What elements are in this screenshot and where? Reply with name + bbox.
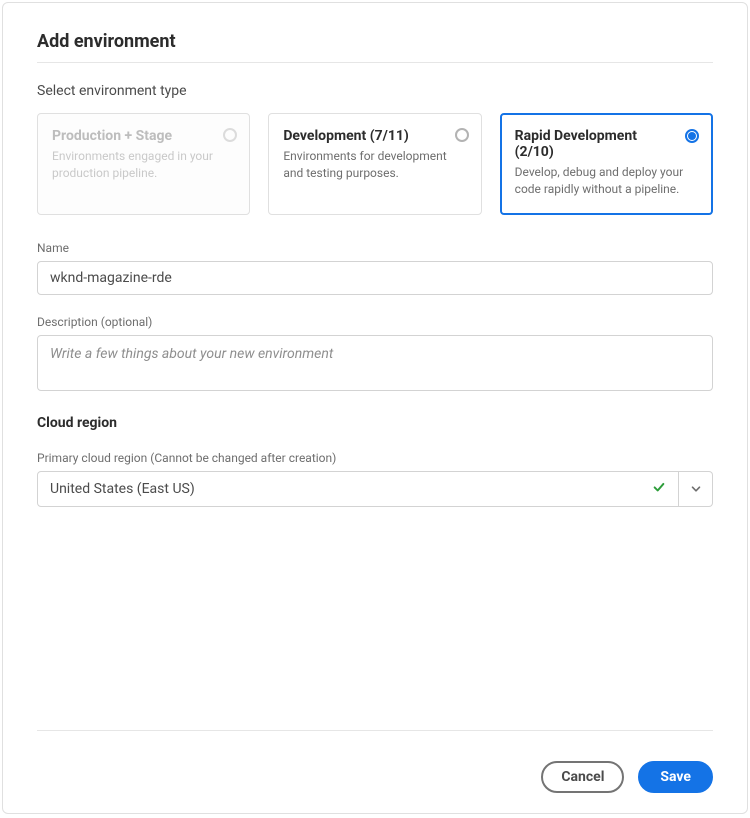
save-button[interactable]: Save	[638, 761, 713, 793]
add-environment-dialog: Add environment Select environment type …	[2, 2, 748, 814]
description-field-block: Description (optional)	[37, 315, 713, 395]
radio-icon	[685, 129, 699, 143]
chevron-down-icon	[691, 484, 701, 494]
description-label: Description (optional)	[37, 315, 713, 329]
cloud-region-heading: Cloud region	[37, 415, 713, 431]
env-type-desc: Environments for development and testing…	[283, 148, 466, 182]
dialog-title: Add environment	[37, 31, 713, 52]
primary-region-select[interactable]: United States (East US)	[37, 471, 713, 507]
env-type-production-stage: Production + Stage Environments engaged …	[37, 113, 250, 215]
env-type-title: Production + Stage	[52, 128, 235, 144]
cancel-button[interactable]: Cancel	[541, 761, 624, 793]
checkmark-icon	[652, 480, 666, 498]
env-type-development[interactable]: Development (7/11) Environments for deve…	[268, 113, 481, 215]
env-type-rapid-development[interactable]: Rapid Development (2/10) Develop, debug …	[500, 113, 713, 215]
select-value-text: United States (East US)	[50, 481, 195, 497]
dialog-footer: Cancel Save	[37, 730, 713, 793]
radio-icon	[455, 128, 469, 142]
primary-region-field-block: Primary cloud region (Cannot be changed …	[37, 451, 713, 507]
name-field-block: Name	[37, 241, 713, 295]
select-dropdown-button[interactable]	[679, 471, 713, 507]
description-textarea[interactable]	[37, 335, 713, 391]
primary-region-label: Primary cloud region (Cannot be changed …	[37, 451, 713, 465]
env-type-title: Rapid Development (2/10)	[515, 128, 698, 160]
env-type-title: Development (7/11)	[283, 128, 466, 144]
env-type-desc: Develop, debug and deploy your code rapi…	[515, 164, 698, 198]
env-type-desc: Environments engaged in your production …	[52, 148, 235, 182]
select-value-box[interactable]: United States (East US)	[37, 471, 679, 507]
name-input[interactable]	[37, 261, 713, 295]
env-type-section-label: Select environment type	[37, 83, 713, 99]
name-label: Name	[37, 241, 713, 255]
env-type-options: Production + Stage Environments engaged …	[37, 113, 713, 215]
divider	[37, 62, 713, 63]
